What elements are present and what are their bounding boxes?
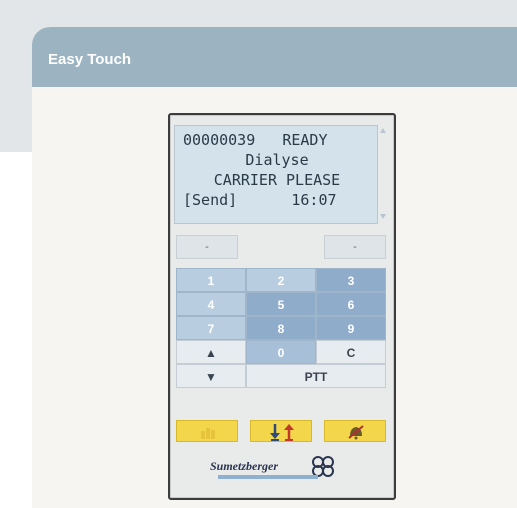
- card-title: Easy Touch: [48, 51, 132, 68]
- bell-off-icon: [348, 425, 364, 440]
- statistics-button[interactable]: [176, 420, 238, 442]
- key-2[interactable]: 2: [246, 268, 316, 292]
- key-6[interactable]: 6: [316, 292, 386, 316]
- key-ptt[interactable]: PTT: [246, 364, 386, 388]
- soft-key-left[interactable]: -: [176, 235, 238, 259]
- key-7[interactable]: 7: [176, 316, 246, 340]
- screen-scrollbar[interactable]: [378, 125, 388, 222]
- screen-line-destination: Dialyse: [245, 151, 309, 169]
- key-5[interactable]: 5: [246, 292, 316, 316]
- scroll-arrows-icon: [380, 128, 386, 219]
- brand-tagline-bar: [218, 475, 318, 479]
- key-0[interactable]: 0: [246, 340, 316, 364]
- product-card: Easy Touch 00000039 READY Dialyse CARRIE…: [32, 27, 517, 508]
- transfer-arrows-icon: [270, 424, 294, 441]
- brand-logo: Sumetzberger: [210, 455, 350, 485]
- brand-name: Sumetzberger: [210, 459, 279, 473]
- key-clear[interactable]: C: [316, 340, 386, 364]
- screen-line-message: CARRIER PLEASE: [213, 171, 341, 189]
- key-4[interactable]: 4: [176, 292, 246, 316]
- terminal-device: 00000039 READY Dialyse CARRIER PLEASE [S…: [168, 113, 396, 500]
- key-8[interactable]: 8: [246, 316, 316, 340]
- arrow-down-icon: ▼: [205, 370, 217, 384]
- lcd-screen: 00000039 READY Dialyse CARRIER PLEASE [S…: [174, 125, 378, 224]
- key-3[interactable]: 3: [316, 268, 386, 292]
- mute-alarm-button[interactable]: [324, 420, 386, 442]
- arrow-up-icon: ▲: [205, 346, 217, 360]
- key-1[interactable]: 1: [176, 268, 246, 292]
- card-header: Easy Touch: [32, 27, 517, 87]
- soft-key-right[interactable]: -: [324, 235, 386, 259]
- brand-emblem-icon: [312, 456, 334, 477]
- key-up-arrow[interactable]: ▲: [176, 340, 246, 364]
- screen-line-status: 00000039 READY: [183, 131, 328, 149]
- screen-line-send-time: [Send] 16:07: [183, 191, 337, 209]
- send-receive-button[interactable]: [250, 420, 312, 442]
- bar-chart-icon: [201, 428, 215, 439]
- key-9[interactable]: 9: [316, 316, 386, 340]
- soft-key-row: - -: [176, 235, 386, 259]
- function-key-row: [176, 420, 386, 442]
- key-down-arrow[interactable]: ▼: [176, 364, 246, 388]
